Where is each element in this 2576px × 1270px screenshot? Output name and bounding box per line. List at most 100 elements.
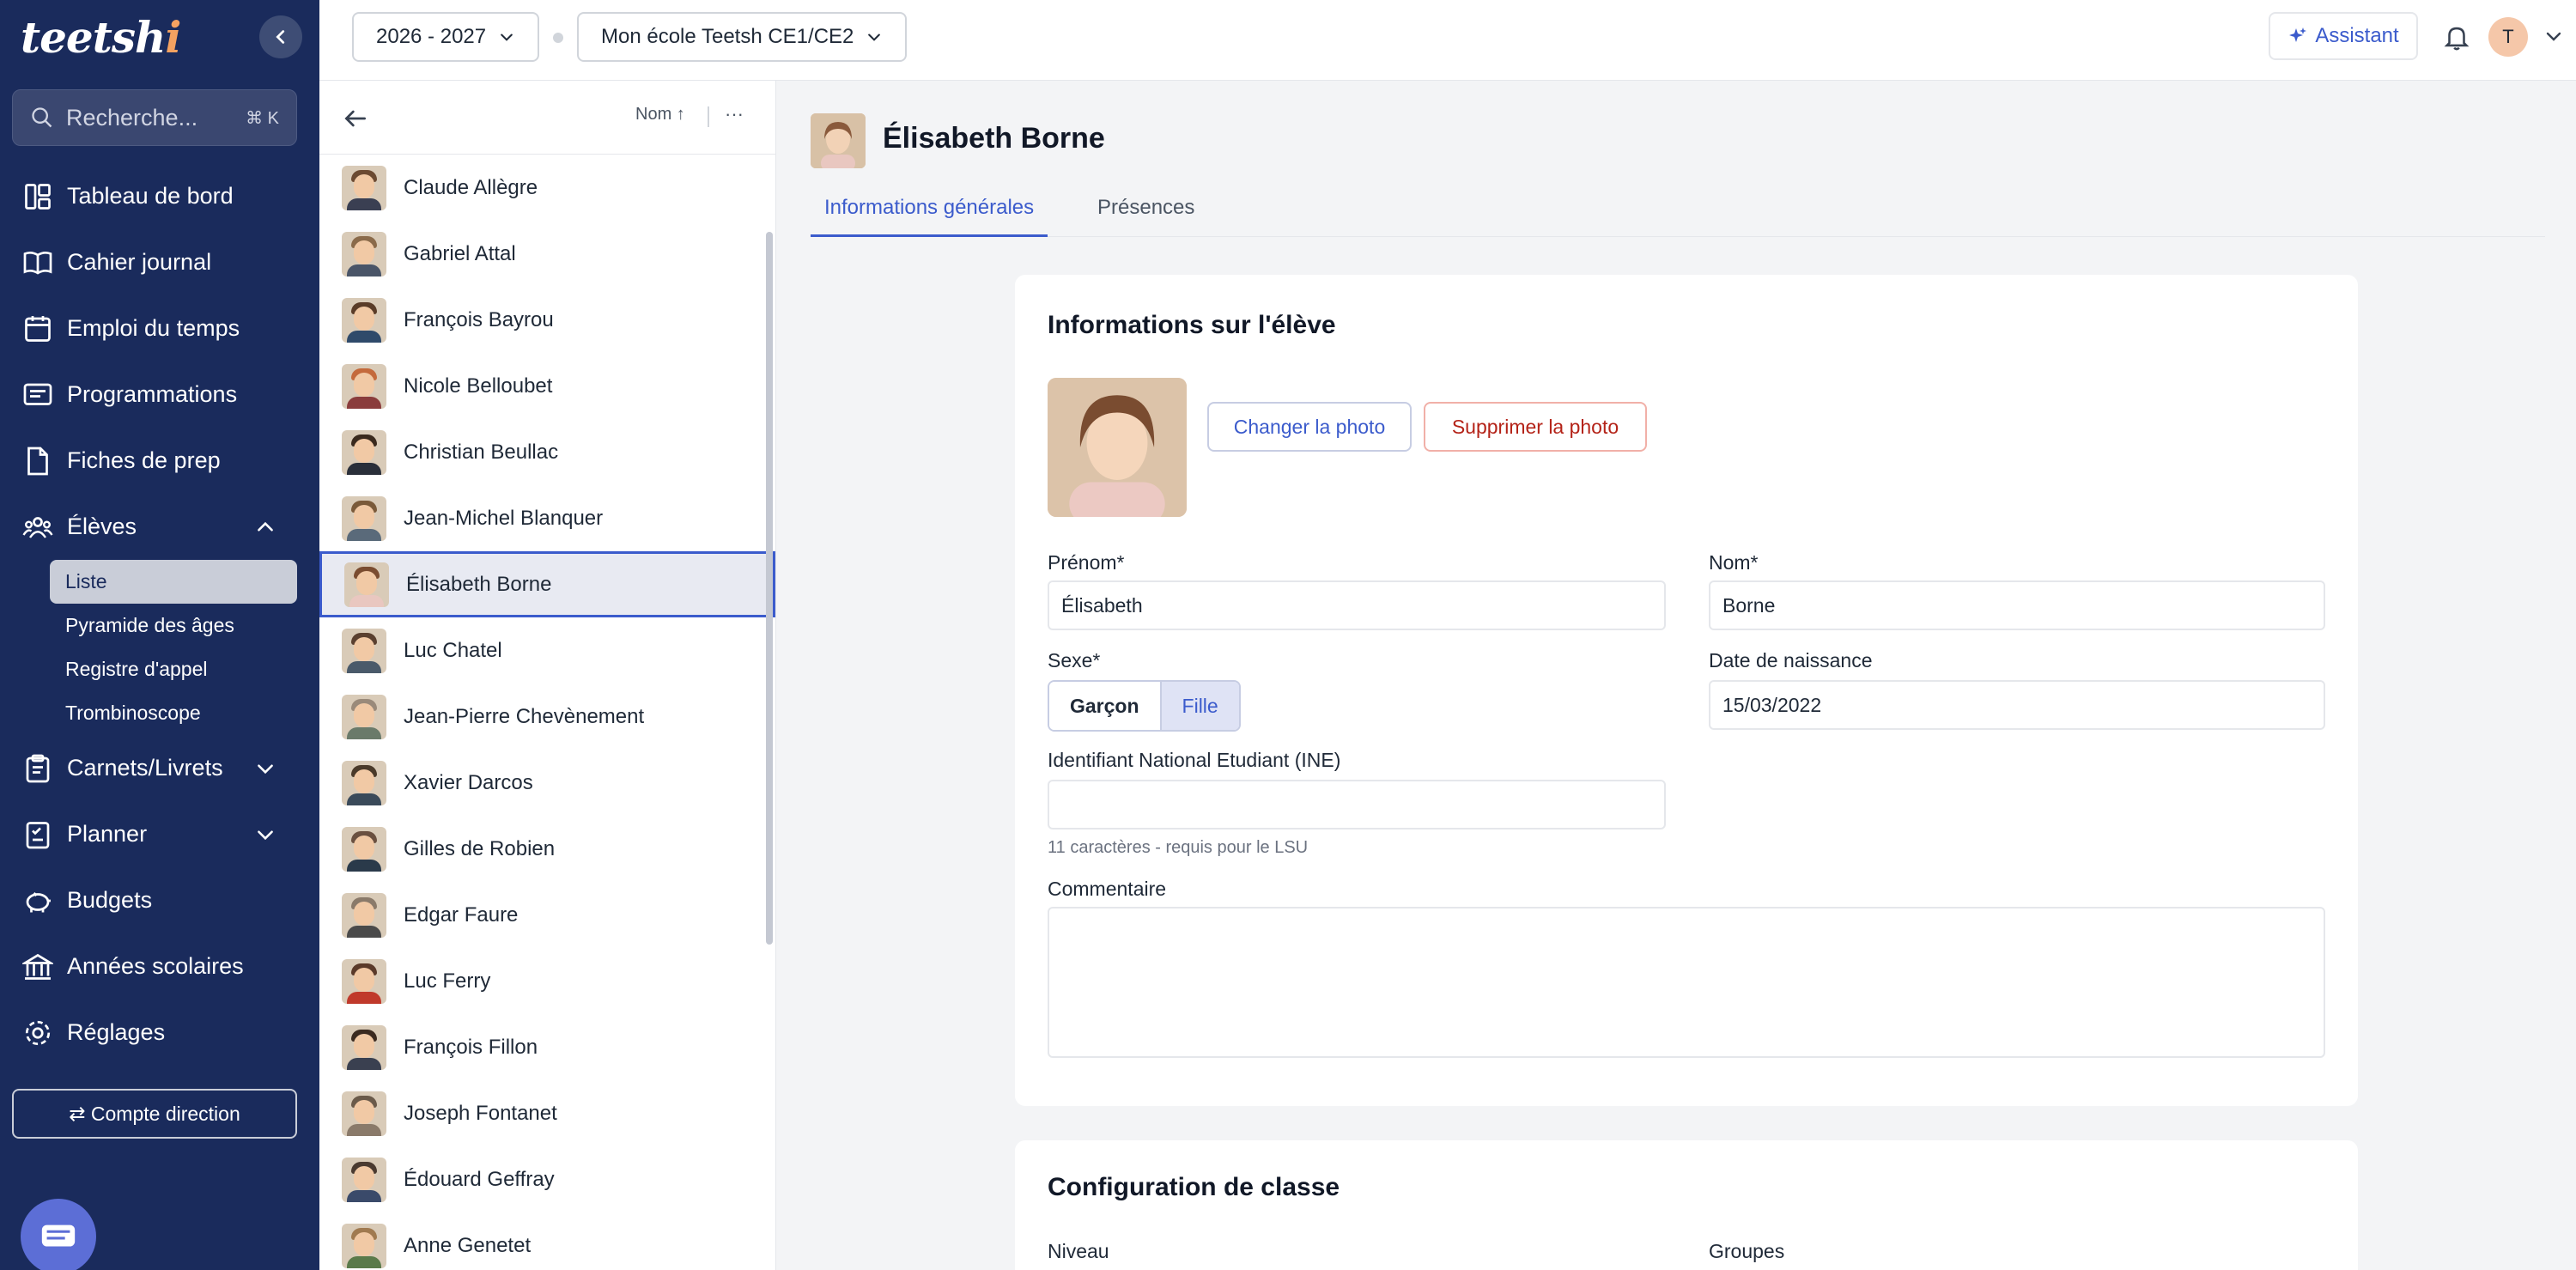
sidebar-item-annees-scolaires[interactable]: Années scolaires (0, 933, 319, 1000)
student-avatar (344, 562, 389, 607)
student-list-item[interactable]: Gilles de Robien (319, 816, 775, 882)
student-avatar (342, 892, 386, 938)
school-class-selector[interactable]: Mon école Teetsh CE1/CE2 (577, 12, 908, 62)
sidebar-item-reglages[interactable]: Réglages (0, 1000, 319, 1066)
student-avatar (342, 628, 386, 673)
student-name: Christian Beullac (404, 440, 559, 464)
subnav-item-liste[interactable]: Liste (50, 560, 297, 604)
change-photo-button[interactable]: Changer la photo (1207, 402, 1412, 452)
collapse-sidebar-button[interactable] (259, 15, 302, 58)
card-title: Configuration de classe (1048, 1173, 1340, 1201)
compte-direction-button[interactable]: ⇄ Compte direction (12, 1089, 297, 1139)
subnav-item-registre[interactable]: Registre d'appel (50, 647, 297, 691)
arrow-left-icon[interactable] (342, 105, 369, 132)
chevron-down-icon (501, 33, 513, 41)
card-title: Informations sur l'élève (1048, 311, 1336, 339)
student-info-card: Informations sur l'élève Changer la phot… (1015, 275, 2358, 1106)
search-placeholder: Recherche... (66, 104, 198, 131)
year-selector[interactable]: 2026 - 2027 (352, 12, 540, 62)
student-name: Luc Chatel (404, 638, 502, 662)
nom-label: Nom* (1709, 551, 1759, 574)
chevron-down-icon[interactable] (254, 823, 276, 846)
student-name: Xavier Darcos (404, 770, 533, 794)
sexe-label: Sexe* (1048, 649, 1101, 671)
sexe-garcon-option[interactable]: Garçon (1049, 682, 1160, 730)
sexe-fille-option[interactable]: Fille (1159, 682, 1239, 730)
student-avatar (342, 165, 386, 210)
groupes-label: Groupes (1709, 1240, 1785, 1262)
student-list-item[interactable]: Xavier Darcos (319, 750, 775, 816)
teetsh-logo[interactable]: teetshi (21, 12, 181, 63)
bell-icon[interactable] (2442, 22, 2471, 52)
student-list-item[interactable]: Luc Ferry (319, 948, 775, 1014)
nom-field[interactable]: Borne (1709, 580, 2325, 630)
user-avatar[interactable]: T (2488, 17, 2528, 57)
sidebar-item-tableau-de-bord[interactable]: Tableau de bord (0, 163, 319, 229)
student-list-item[interactable]: Luc Chatel (319, 617, 775, 684)
student-name: Gabriel Attal (404, 241, 516, 265)
student-photo-small (811, 113, 866, 168)
dashboard-icon (25, 183, 51, 210)
list-scrollbar[interactable] (766, 232, 773, 945)
eleves-subnav: Liste Pyramide des âges Registre d'appel… (0, 560, 319, 735)
commentaire-label: Commentaire (1048, 878, 1167, 900)
subnav-item-trombinoscope[interactable]: Trombinoscope (50, 691, 297, 735)
dob-field[interactable]: 15/03/2022 (1709, 680, 2325, 730)
chevron-up-icon[interactable] (254, 516, 276, 538)
tab-informations-generales[interactable]: Informations générales (811, 192, 1048, 237)
delete-photo-button[interactable]: Supprimer la photo (1424, 402, 1647, 452)
student-list-item[interactable]: Jean-Michel Blanquer (319, 485, 775, 551)
student-list-item[interactable]: Edgar Faure (319, 882, 775, 948)
presentation-icon (23, 383, 52, 405)
student-list: Claude Allègre Gabriel Attal François Bayr… (319, 155, 775, 1270)
student-list-item[interactable]: Christian Beullac (319, 419, 775, 485)
sexe-toggle: Garçon Fille (1048, 680, 1241, 732)
sidebar-item-planner[interactable]: Planner (0, 801, 319, 867)
document-icon (27, 447, 48, 475)
student-avatar (342, 1223, 386, 1268)
sidebar-item-programmations[interactable]: Programmations (0, 362, 319, 428)
student-list-item[interactable]: François Fillon (319, 1014, 775, 1080)
piggy-bank-icon (26, 891, 51, 912)
student-list-item[interactable]: Nicole Belloubet (319, 353, 775, 419)
topbar: 2026 - 2027 Mon école Teetsh CE1/CE2 Ass… (319, 0, 2576, 81)
student-name: Claude Allègre (404, 175, 538, 199)
student-list-item[interactable]: Claude Allègre (319, 155, 775, 221)
student-list-item[interactable]: Gabriel Attal (319, 221, 775, 287)
student-name: Nicole Belloubet (404, 374, 553, 398)
chevron-down-icon[interactable] (254, 757, 276, 780)
student-list-item[interactable]: François Bayrou (319, 287, 775, 353)
student-list-item[interactable]: Anne Genetet (319, 1212, 775, 1270)
gear-icon (25, 1020, 51, 1045)
sidebar-item-eleves[interactable]: Élèves (0, 494, 319, 560)
student-list-item[interactable]: Édouard Geffray (319, 1146, 775, 1212)
chat-support-button[interactable] (21, 1199, 96, 1270)
sidebar-item-carnets-livrets[interactable]: Carnets/Livrets (0, 735, 319, 801)
commentaire-textarea[interactable] (1048, 907, 2325, 1058)
student-name: François Bayrou (404, 307, 554, 331)
sort-button[interactable]: Nom ↑ (635, 105, 685, 125)
student-list-item[interactable]: Élisabeth Borne (319, 551, 775, 617)
student-detail: Élisabeth Borne Informations générales P… (776, 81, 2576, 1270)
chevron-down-icon[interactable] (2543, 26, 2564, 46)
student-name: Élisabeth Borne (406, 572, 552, 596)
users-icon (22, 516, 53, 538)
subnav-item-pyramide[interactable]: Pyramide des âges (50, 604, 297, 647)
ine-field[interactable] (1048, 780, 1666, 829)
student-avatar (342, 760, 386, 805)
planner-icon (26, 821, 50, 848)
student-list-item[interactable]: Joseph Fontanet (319, 1080, 775, 1146)
prenom-field[interactable]: Élisabeth (1048, 580, 1666, 630)
tab-presences[interactable]: Présences (1084, 192, 1208, 237)
sidebar-item-budgets[interactable]: Budgets (0, 867, 319, 933)
assistant-button[interactable]: Assistant (2269, 12, 2418, 60)
student-name: Gilles de Robien (404, 836, 556, 860)
student-avatar (342, 694, 386, 739)
sidebar-item-fiches-de-prep[interactable]: Fiches de prep (0, 428, 319, 494)
sidebar-item-emploi-du-temps[interactable]: Emploi du temps (0, 295, 319, 362)
more-options-button[interactable]: ··· (725, 103, 744, 125)
sidebar-item-cahier-journal[interactable]: Cahier journal (0, 229, 319, 295)
separator-dot (553, 33, 563, 43)
search-input[interactable]: Recherche... ⌘ K (12, 89, 297, 146)
student-list-item[interactable]: Jean-Pierre Chevènement (319, 684, 775, 750)
